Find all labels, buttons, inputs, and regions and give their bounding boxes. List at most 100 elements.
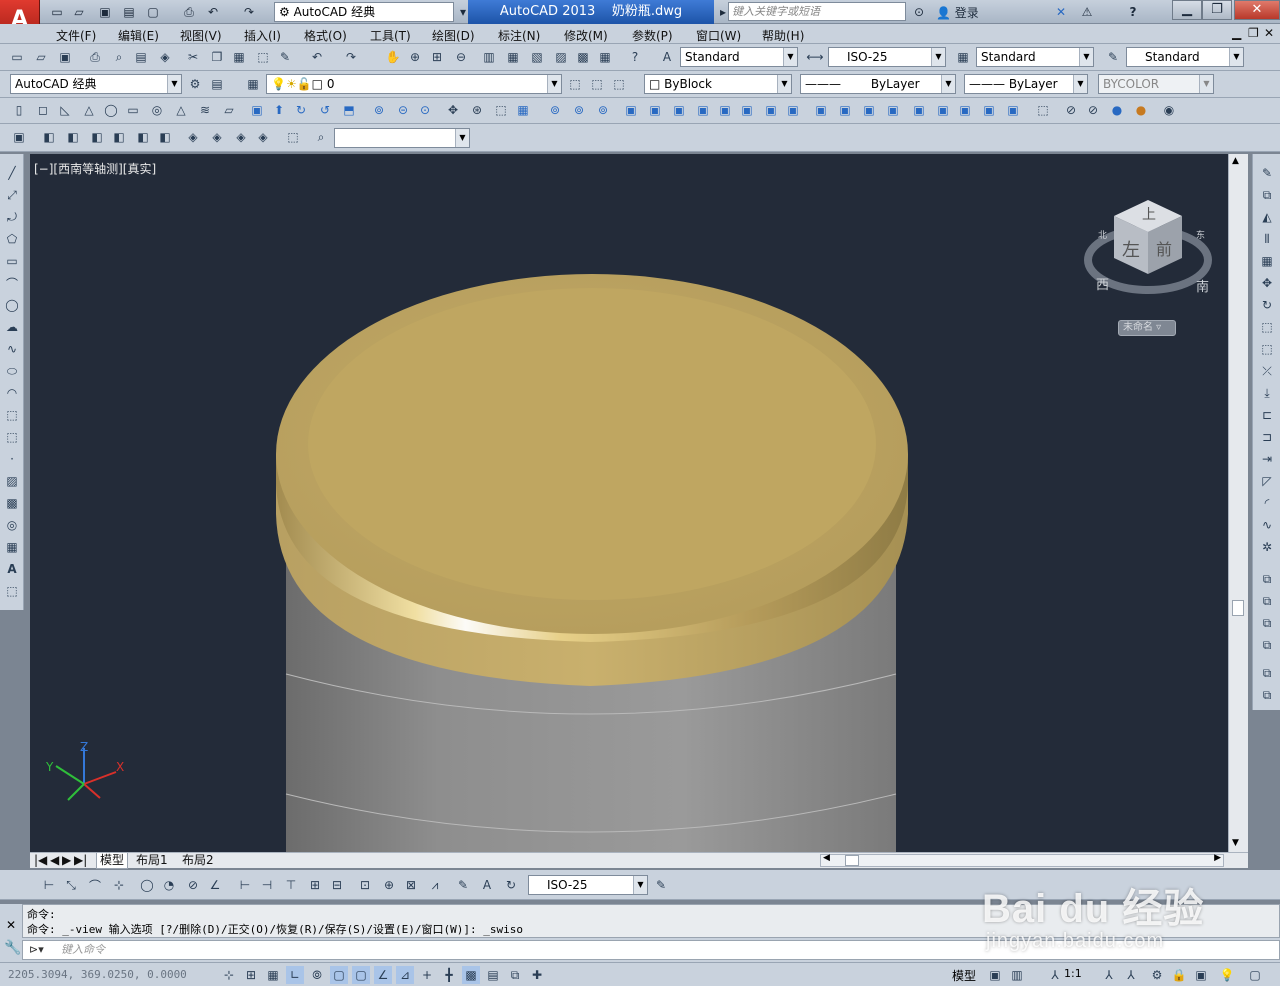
hscroll-left-arrow[interactable]: ◀: [823, 853, 830, 863]
offset-face-icon[interactable]: ▣: [670, 101, 688, 119]
cone-icon[interactable]: △: [80, 101, 98, 119]
menu-format[interactable]: 格式(O): [304, 27, 347, 44]
save-as-icon[interactable]: ▤: [120, 4, 138, 20]
draworder-front-icon[interactable]: ⧉: [1258, 570, 1276, 588]
new-icon[interactable]: ▭: [48, 4, 66, 20]
undo-icon[interactable]: ↶: [308, 48, 326, 66]
dim-edit-icon[interactable]: ✎: [454, 876, 472, 894]
menu-help[interactable]: 帮助(H): [762, 27, 804, 44]
sweep-icon[interactable]: ↻: [292, 101, 310, 119]
draworder-under-icon[interactable]: ⧉: [1258, 636, 1276, 654]
layer-previous-icon[interactable]: ⬚: [588, 75, 606, 93]
3d-move-icon[interactable]: ✥: [444, 101, 462, 119]
front-view-icon[interactable]: ◧: [134, 128, 152, 146]
nw-iso-icon[interactable]: ◈: [254, 128, 272, 146]
ne-iso-icon[interactable]: ◈: [232, 128, 250, 146]
break-at-point-icon[interactable]: ⊏: [1258, 406, 1276, 424]
scroll-down-arrow[interactable]: ▼: [1232, 838, 1239, 848]
mirror-icon[interactable]: ◭: [1258, 208, 1276, 226]
gradient-icon[interactable]: ▩: [3, 494, 21, 512]
top-view-icon[interactable]: ◧: [40, 128, 58, 146]
help-icon[interactable]: ?: [1124, 4, 1142, 20]
markup-icon[interactable]: ▩: [574, 48, 592, 66]
materials-icon[interactable]: ●: [1108, 101, 1126, 119]
make-block-icon[interactable]: ⬚: [3, 428, 21, 446]
aligned-dim-icon[interactable]: ⤡: [62, 876, 80, 894]
annotation-scale-value[interactable]: 1:1: [1064, 967, 1082, 980]
xline-icon[interactable]: ⤢: [3, 186, 21, 204]
dim-style-icon[interactable]: ⟷: [806, 48, 824, 66]
menu-view[interactable]: 视图(V): [180, 27, 222, 44]
section-plane-icon[interactable]: ▣: [980, 101, 998, 119]
close-button[interactable]: ✕: [1234, 0, 1280, 20]
blend-curves-icon[interactable]: ∿: [1258, 516, 1276, 534]
table-style-select[interactable]: Standard ▼: [976, 47, 1094, 67]
dim-break-icon[interactable]: ⊟: [328, 876, 346, 894]
add-selected-icon[interactable]: ⬚: [3, 582, 21, 600]
zoom-window-icon[interactable]: ⊞: [428, 48, 446, 66]
redo-icon[interactable]: ↷: [240, 4, 258, 20]
design-center-icon[interactable]: ▦: [504, 48, 522, 66]
text-style-icon[interactable]: A: [658, 48, 676, 66]
zoom-realtime-icon[interactable]: ⊕: [406, 48, 424, 66]
zoom-select[interactable]: ▼: [334, 128, 470, 148]
polar-icon[interactable]: ⦾: [308, 966, 326, 984]
presspull-icon[interactable]: ⬆: [270, 101, 288, 119]
workspace-settings-icon[interactable]: ⚙: [186, 75, 204, 93]
dyn-icon[interactable]: +: [418, 966, 436, 984]
save-icon[interactable]: ▣: [96, 4, 114, 20]
save-icon[interactable]: ▣: [56, 48, 74, 66]
rotate-face-icon[interactable]: ▣: [716, 101, 734, 119]
copy-face-icon[interactable]: ▣: [762, 101, 780, 119]
ellipse-icon[interactable]: ⬭: [3, 362, 21, 380]
lights-icon[interactable]: ⊘: [1084, 101, 1102, 119]
polysolid-icon[interactable]: ▯: [10, 101, 28, 119]
right-view-icon[interactable]: ◧: [110, 128, 128, 146]
doc-minimize-icon[interactable]: ▁: [1232, 26, 1241, 40]
scroll-up-arrow[interactable]: ▲: [1232, 156, 1239, 166]
publish-icon[interactable]: ▢: [144, 4, 162, 20]
linetype-select[interactable]: ——— ByLayer ▼: [800, 74, 956, 94]
flatshot-icon[interactable]: ▣: [1004, 101, 1022, 119]
snap-icon[interactable]: ⊞: [242, 966, 260, 984]
draworder-above-icon[interactable]: ⧉: [1258, 614, 1276, 632]
layout-button-icon[interactable]: ▣: [986, 966, 1004, 984]
transparency-icon[interactable]: ▩: [462, 966, 480, 984]
workspace-select[interactable]: ⚙ AutoCAD 经典: [274, 2, 454, 22]
jogged-icon[interactable]: ◔: [160, 876, 178, 894]
continue-icon[interactable]: ⊤: [282, 876, 300, 894]
line-icon[interactable]: ╱: [3, 164, 21, 182]
calculator-icon[interactable]: ▦: [596, 48, 614, 66]
extrude-face-icon[interactable]: ▣: [622, 101, 640, 119]
visual-style-icon[interactable]: ⬚: [1034, 101, 1052, 119]
pyramid-icon[interactable]: △: [172, 101, 190, 119]
annotation-monitor-icon[interactable]: ✚: [528, 966, 546, 984]
extrude-icon[interactable]: ▣: [248, 101, 266, 119]
layer-select[interactable]: 💡☀🔓□ 0 ▼: [266, 74, 562, 94]
tab-last-arrow[interactable]: ▶|: [74, 853, 87, 868]
quick-props-icon[interactable]: ▤: [484, 966, 502, 984]
intersect-icon[interactable]: ⊙: [416, 101, 434, 119]
layer-properties-icon[interactable]: ▦: [244, 75, 262, 93]
offset-icon[interactable]: ⫴: [1258, 230, 1276, 248]
slice-icon[interactable]: ▣: [910, 101, 928, 119]
drawing-viewport[interactable]: [−][西南等轴测][真实] 上 左 前 西 南 北 东 未命名 ▿ Z X Y: [30, 154, 1228, 852]
block-editor-icon[interactable]: ✎: [276, 48, 294, 66]
menu-dimension[interactable]: 标注(N): [498, 27, 540, 44]
insert-block-icon[interactable]: ⬚: [3, 406, 21, 424]
preview-icon[interactable]: ⌕: [110, 48, 128, 66]
circle-icon[interactable]: ◯: [3, 296, 21, 314]
login-button[interactable]: 👤 登录: [936, 4, 979, 21]
trim-icon[interactable]: ⤫: [1258, 362, 1276, 380]
color-face-icon[interactable]: ▣: [784, 101, 802, 119]
help-icon[interactable]: ?: [626, 48, 644, 66]
region-icon[interactable]: ◎: [3, 516, 21, 534]
command-close-icon[interactable]: ✕: [6, 918, 16, 932]
hardware-accel-icon[interactable]: ▣: [1192, 966, 1210, 984]
dim-style-combo[interactable]: ISO-25 ▼: [528, 875, 648, 895]
table-icon[interactable]: ▦: [3, 538, 21, 556]
copy-icon[interactable]: ❐: [208, 48, 226, 66]
tab-layout2[interactable]: 布局2: [182, 853, 214, 868]
pan-icon[interactable]: ✋: [384, 48, 402, 66]
se-iso-icon[interactable]: ◈: [208, 128, 226, 146]
